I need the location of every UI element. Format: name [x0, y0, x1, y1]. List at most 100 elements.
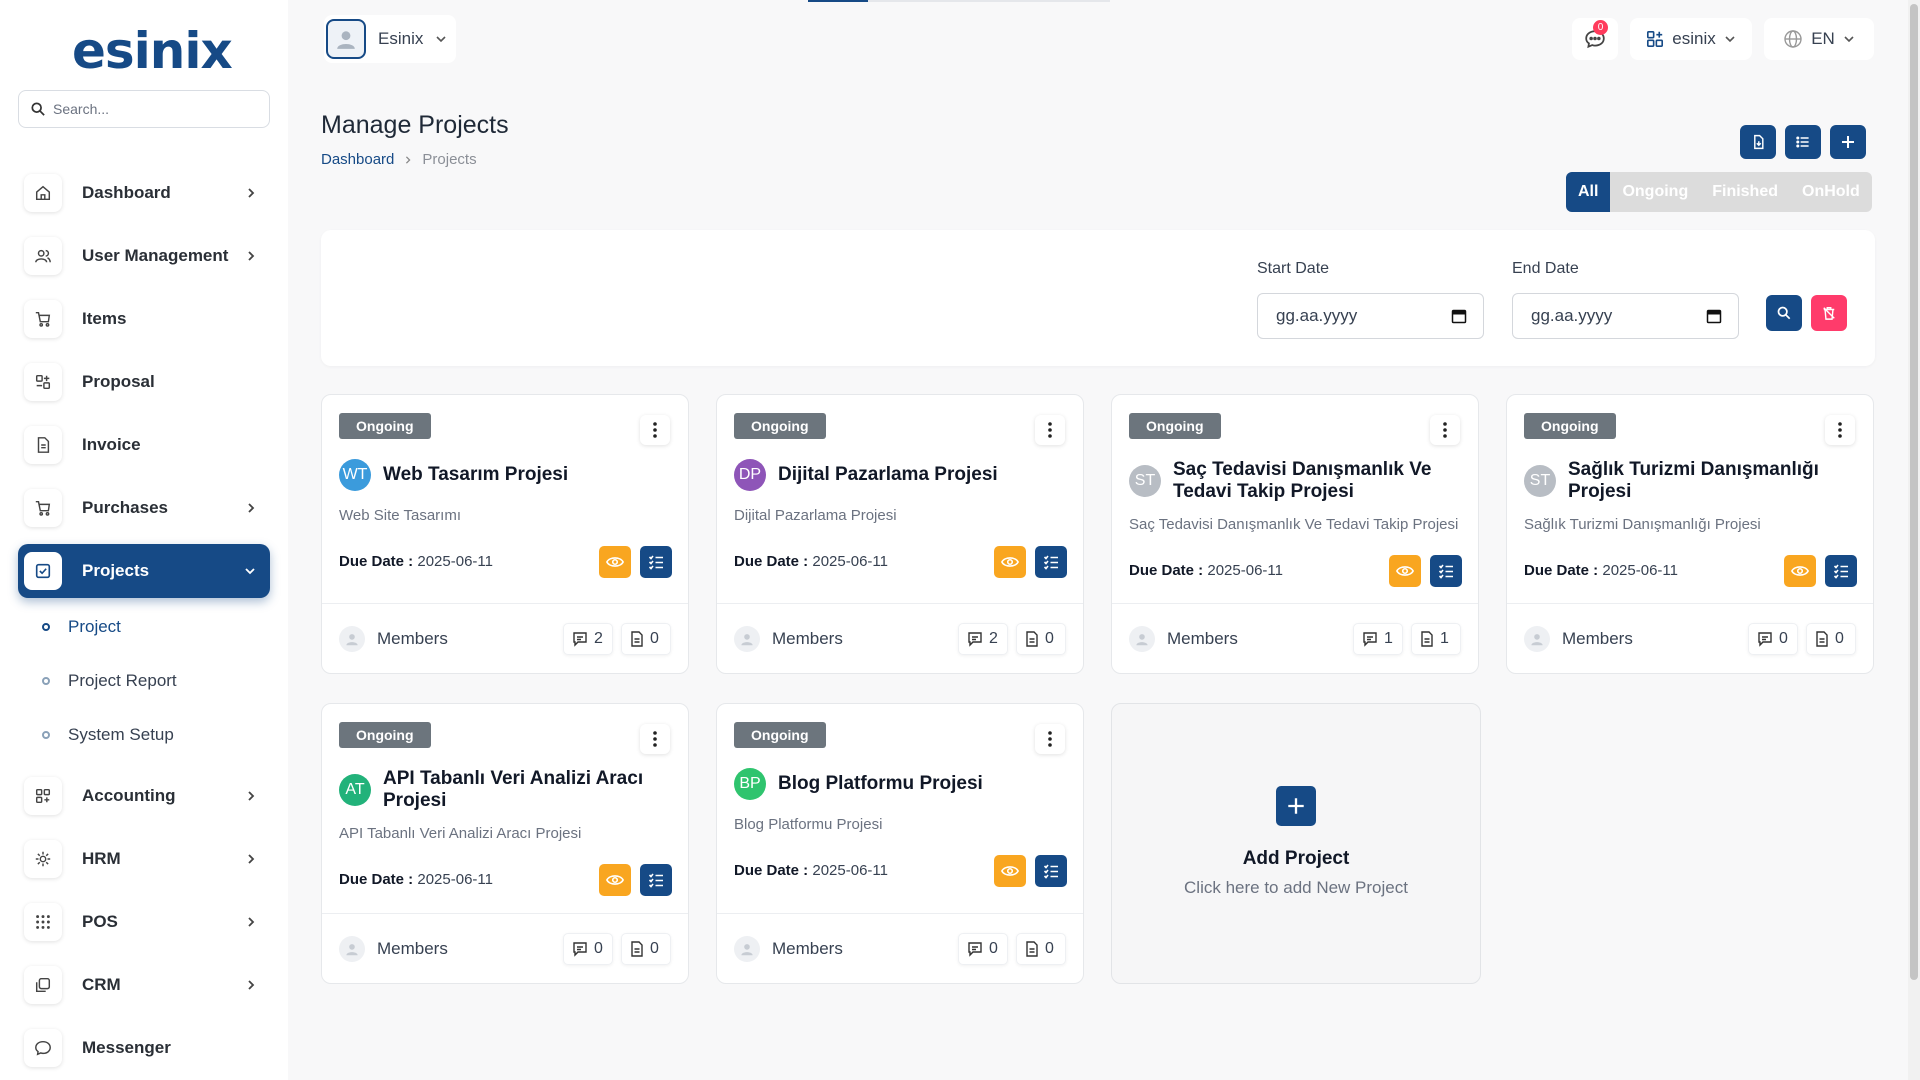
task-board-button[interactable] — [640, 546, 672, 578]
sidebar-item-accounting[interactable]: Accounting — [18, 769, 270, 823]
tab-finished[interactable]: Finished — [1700, 172, 1790, 212]
project-card[interactable]: Ongoing ST Sağlık Turizmi Danışmanlığı P… — [1506, 394, 1874, 674]
project-card[interactable]: Ongoing AT API Tabanlı Veri Analizi Arac… — [321, 703, 689, 984]
members[interactable]: Members — [339, 625, 555, 652]
sidebar-item-dashboard[interactable]: Dashboard — [18, 166, 270, 220]
project-card[interactable]: Ongoing DP Dijital Pazarlama Projesi Dij… — [716, 394, 1084, 674]
tab-onhold[interactable]: OnHold — [1790, 172, 1872, 212]
language-selector[interactable]: EN — [1764, 18, 1874, 60]
project-title-row: AT API Tabanlı Veri Analizi Aracı Projes… — [339, 768, 658, 812]
project-title[interactable]: Web Tasarım Projesi — [383, 464, 568, 486]
comments-count[interactable]: 0 — [563, 932, 613, 965]
view-project-button[interactable] — [599, 546, 631, 578]
calendar-icon[interactable] — [1451, 308, 1467, 324]
project-title[interactable]: API Tabanlı Veri Analizi Aracı Projesi — [383, 768, 658, 812]
comments-count[interactable]: 2 — [563, 622, 613, 655]
apply-filter-button[interactable] — [1766, 295, 1802, 331]
task-board-button[interactable] — [1825, 555, 1857, 587]
task-board-button[interactable] — [640, 864, 672, 896]
more-options-icon[interactable] — [1035, 415, 1065, 445]
comments-count[interactable]: 0 — [1748, 622, 1798, 655]
view-project-button[interactable] — [1784, 555, 1816, 587]
tab-all[interactable]: All — [1566, 172, 1611, 212]
task-board-button[interactable] — [1035, 855, 1067, 887]
project-title[interactable]: Blog Platformu Projesi — [778, 773, 983, 795]
sidebar-item-proposal[interactable]: Proposal — [18, 355, 270, 409]
end-date-input[interactable]: gg.aa.yyyy — [1512, 293, 1739, 339]
sidebar-item-user-management[interactable]: User Management — [18, 229, 270, 283]
sidebar-item-items[interactable]: Items — [18, 292, 270, 346]
view-project-button[interactable] — [994, 546, 1026, 578]
messages-button[interactable]: 0 — [1572, 18, 1618, 60]
project-card[interactable]: Ongoing ST Saç Tedavisi Danışmanlık Ve T… — [1111, 394, 1479, 674]
scrollbar-thumb[interactable] — [1910, 4, 1918, 980]
sidebar-subitem-project[interactable]: Project — [42, 617, 121, 637]
due-date-label: Due Date : — [339, 553, 414, 570]
comments-count[interactable]: 1 — [1353, 622, 1403, 655]
sidebar-item-purchases[interactable]: Purchases — [18, 481, 270, 535]
comments-count[interactable]: 0 — [958, 932, 1008, 965]
breadcrumb-current: Projects — [422, 151, 477, 168]
sidebar-item-hrm[interactable]: HRM — [18, 832, 270, 886]
create-project-button[interactable] — [1830, 125, 1866, 159]
more-options-icon[interactable] — [1825, 415, 1855, 445]
more-options-icon[interactable] — [1430, 415, 1460, 445]
view-project-button[interactable] — [599, 864, 631, 896]
task-board-button[interactable] — [1035, 546, 1067, 578]
sidebar-item-projects[interactable]: Projects — [18, 544, 270, 598]
files-count[interactable]: 0 — [1806, 622, 1856, 655]
members[interactable]: Members — [1129, 625, 1345, 652]
project-card[interactable]: Ongoing WT Web Tasarım Projesi Web Site … — [321, 394, 689, 674]
members[interactable]: Members — [734, 935, 950, 962]
app-logo[interactable]: esinix — [72, 22, 233, 80]
member-avatar-icon — [339, 625, 365, 652]
sidebar-item-pos[interactable]: POS — [18, 895, 270, 949]
project-title[interactable]: Saç Tedavisi Danışmanlık Ve Tedavi Takip… — [1173, 459, 1448, 503]
project-title[interactable]: Dijital Pazarlama Projesi — [778, 464, 998, 486]
comments-count[interactable]: 2 — [958, 622, 1008, 655]
sidebar-item-crm[interactable]: CRM — [18, 958, 270, 1012]
files-count[interactable]: 0 — [1016, 932, 1066, 965]
view-project-button[interactable] — [1389, 555, 1421, 587]
due-date-value: 2025-06-11 — [812, 553, 888, 570]
more-options-icon[interactable] — [1035, 724, 1065, 754]
file-icon — [1420, 630, 1434, 647]
sidebar-item-messenger[interactable]: Messenger — [18, 1021, 270, 1075]
search-input[interactable] — [53, 101, 253, 117]
view-project-button[interactable] — [994, 855, 1026, 887]
sidebar-item-invoice[interactable]: Invoice — [18, 418, 270, 472]
sidebar-subitem-system-setup[interactable]: System Setup — [42, 725, 174, 745]
tab-ongoing[interactable]: Ongoing — [1610, 172, 1700, 212]
import-button[interactable] — [1740, 125, 1776, 159]
comments-value: 0 — [594, 939, 603, 957]
more-options-icon[interactable] — [640, 415, 670, 445]
clear-filter-button[interactable] — [1811, 295, 1847, 331]
sidebar-subitem-project-report[interactable]: Project Report — [42, 671, 177, 691]
more-options-icon[interactable] — [640, 724, 670, 754]
due-date: Due Date : 2025-06-11 — [339, 871, 493, 888]
page-scrollbar[interactable] — [1908, 0, 1920, 1080]
start-date-input[interactable]: gg.aa.yyyy — [1257, 293, 1484, 339]
members[interactable]: Members — [1524, 625, 1740, 652]
project-card-footer: Members 2 0 — [717, 603, 1083, 673]
members[interactable]: Members — [339, 935, 555, 962]
list-view-button[interactable] — [1785, 125, 1821, 159]
files-value: 1 — [1440, 629, 1449, 647]
task-board-button[interactable] — [1430, 555, 1462, 587]
globe-icon — [1783, 29, 1803, 49]
files-count[interactable]: 0 — [621, 932, 671, 965]
bullet-icon — [42, 731, 50, 739]
calendar-icon[interactable] — [1706, 308, 1722, 324]
files-count[interactable]: 0 — [621, 622, 671, 655]
project-card[interactable]: Ongoing BP Blog Platformu Projesi Blog P… — [716, 703, 1084, 984]
org-selector[interactable]: Esinix — [324, 15, 456, 63]
members[interactable]: Members — [734, 625, 950, 652]
add-project-card[interactable]: Add Project Click here to add New Projec… — [1111, 703, 1481, 984]
files-count[interactable]: 0 — [1016, 622, 1066, 655]
project-title[interactable]: Sağlık Turizmi Danışmanlığı Projesi — [1568, 459, 1843, 503]
files-count[interactable]: 1 — [1411, 622, 1461, 655]
breadcrumb-link-dashboard[interactable]: Dashboard — [321, 151, 394, 168]
search-box[interactable] — [18, 90, 270, 128]
add-project-button[interactable] — [1276, 786, 1316, 826]
workspace-selector[interactable]: esinix — [1630, 18, 1752, 60]
